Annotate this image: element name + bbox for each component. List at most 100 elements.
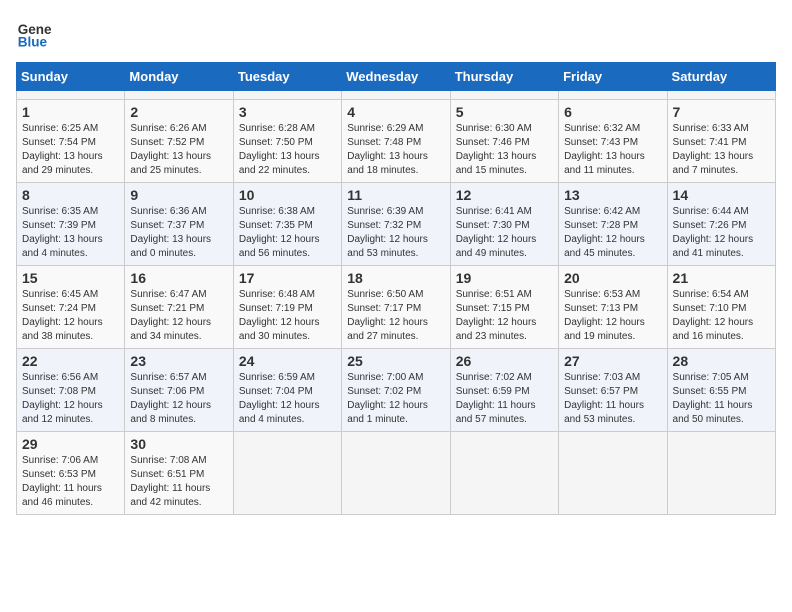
day-info: Sunrise: 6:45 AM Sunset: 7:24 PM Dayligh… <box>22 288 119 344</box>
day-number: 9 <box>130 187 227 203</box>
day-info: Sunrise: 6:50 AM Sunset: 7:17 PM Dayligh… <box>347 288 444 344</box>
calendar-cell: 6 Sunrise: 6:32 AM Sunset: 7:43 PM Daylig… <box>559 100 667 183</box>
day-number: 3 <box>239 104 336 120</box>
day-info: Sunrise: 7:06 AM Sunset: 6:53 PM Dayligh… <box>22 454 119 510</box>
day-number: 7 <box>673 104 770 120</box>
day-number: 6 <box>564 104 661 120</box>
calendar-cell <box>559 432 667 515</box>
calendar-cell: 18 Sunrise: 6:50 AM Sunset: 7:17 PM Dayli… <box>342 266 450 349</box>
calendar-cell: 1Sunrise: 6:25 AM Sunset: 7:54 PM Daylig… <box>17 100 125 183</box>
calendar-cell: 25 Sunrise: 7:00 AM Sunset: 7:02 PM Dayli… <box>342 349 450 432</box>
day-info: Sunrise: 7:03 AM Sunset: 6:57 PM Dayligh… <box>564 371 661 427</box>
day-number: 28 <box>673 353 770 369</box>
calendar-cell <box>667 432 775 515</box>
day-info: Sunrise: 6:53 AM Sunset: 7:13 PM Dayligh… <box>564 288 661 344</box>
calendar-cell: 23 Sunrise: 6:57 AM Sunset: 7:06 PM Dayli… <box>125 349 233 432</box>
calendar-cell <box>667 91 775 100</box>
calendar-table: SundayMondayTuesdayWednesdayThursdayFrid… <box>16 62 776 515</box>
day-info: Sunrise: 6:57 AM Sunset: 7:06 PM Dayligh… <box>130 371 227 427</box>
calendar-cell: 5Sunrise: 6:30 AM Sunset: 7:46 PM Daylig… <box>450 100 558 183</box>
day-number: 30 <box>130 436 227 452</box>
day-info: Sunrise: 6:26 AM Sunset: 7:52 PM Dayligh… <box>130 122 227 178</box>
weekday-header-wednesday: Wednesday <box>342 63 450 91</box>
calendar-cell: 17Sunrise: 6:48 AM Sunset: 7:19 PM Dayli… <box>233 266 341 349</box>
calendar-week-3: 15 Sunrise: 6:45 AM Sunset: 7:24 PM Dayli… <box>17 266 776 349</box>
day-number: 2 <box>130 104 227 120</box>
calendar-cell: 20 Sunrise: 6:53 AM Sunset: 7:13 PM Dayli… <box>559 266 667 349</box>
calendar-cell: 4 Sunrise: 6:29 AM Sunset: 7:48 PM Daylig… <box>342 100 450 183</box>
weekday-header-thursday: Thursday <box>450 63 558 91</box>
day-info: Sunrise: 7:05 AM Sunset: 6:55 PM Dayligh… <box>673 371 770 427</box>
day-number: 4 <box>347 104 444 120</box>
day-number: 20 <box>564 270 661 286</box>
day-info: Sunrise: 6:47 AM Sunset: 7:21 PM Dayligh… <box>130 288 227 344</box>
calendar-week-5: 29Sunrise: 7:06 AM Sunset: 6:53 PM Dayli… <box>17 432 776 515</box>
logo-icon: General Blue <box>16 16 52 52</box>
day-info: Sunrise: 6:33 AM Sunset: 7:41 PM Dayligh… <box>673 122 770 178</box>
calendar-cell: 15 Sunrise: 6:45 AM Sunset: 7:24 PM Dayli… <box>17 266 125 349</box>
day-info: Sunrise: 7:02 AM Sunset: 6:59 PM Dayligh… <box>456 371 553 427</box>
calendar-cell: 13 Sunrise: 6:42 AM Sunset: 7:28 PM Dayli… <box>559 183 667 266</box>
day-number: 21 <box>673 270 770 286</box>
calendar-cell: 11 Sunrise: 6:39 AM Sunset: 7:32 PM Dayli… <box>342 183 450 266</box>
day-info: Sunrise: 6:59 AM Sunset: 7:04 PM Dayligh… <box>239 371 336 427</box>
day-info: Sunrise: 6:29 AM Sunset: 7:48 PM Dayligh… <box>347 122 444 178</box>
calendar-week-0 <box>17 91 776 100</box>
calendar-cell: 30Sunrise: 7:08 AM Sunset: 6:51 PM Dayli… <box>125 432 233 515</box>
weekday-header-saturday: Saturday <box>667 63 775 91</box>
calendar-cell <box>233 432 341 515</box>
day-number: 24 <box>239 353 336 369</box>
calendar-cell <box>450 432 558 515</box>
day-number: 19 <box>456 270 553 286</box>
calendar-week-1: 1Sunrise: 6:25 AM Sunset: 7:54 PM Daylig… <box>17 100 776 183</box>
day-info: Sunrise: 6:36 AM Sunset: 7:37 PM Dayligh… <box>130 205 227 261</box>
logo: General Blue <box>16 16 52 52</box>
calendar-cell <box>125 91 233 100</box>
day-number: 11 <box>347 187 444 203</box>
day-number: 25 <box>347 353 444 369</box>
calendar-cell <box>450 91 558 100</box>
day-info: Sunrise: 6:30 AM Sunset: 7:46 PM Dayligh… <box>456 122 553 178</box>
day-info: Sunrise: 7:00 AM Sunset: 7:02 PM Dayligh… <box>347 371 444 427</box>
calendar-cell: 16 Sunrise: 6:47 AM Sunset: 7:21 PM Dayli… <box>125 266 233 349</box>
day-info: Sunrise: 6:38 AM Sunset: 7:35 PM Dayligh… <box>239 205 336 261</box>
day-info: Sunrise: 6:42 AM Sunset: 7:28 PM Dayligh… <box>564 205 661 261</box>
day-info: Sunrise: 6:44 AM Sunset: 7:26 PM Dayligh… <box>673 205 770 261</box>
calendar-cell: 9 Sunrise: 6:36 AM Sunset: 7:37 PM Daylig… <box>125 183 233 266</box>
calendar-cell <box>559 91 667 100</box>
calendar-cell: 24 Sunrise: 6:59 AM Sunset: 7:04 PM Dayli… <box>233 349 341 432</box>
weekday-header-row: SundayMondayTuesdayWednesdayThursdayFrid… <box>17 63 776 91</box>
calendar-cell <box>342 91 450 100</box>
day-number: 1 <box>22 104 119 120</box>
day-number: 13 <box>564 187 661 203</box>
day-number: 22 <box>22 353 119 369</box>
day-number: 18 <box>347 270 444 286</box>
weekday-header-friday: Friday <box>559 63 667 91</box>
day-info: Sunrise: 6:28 AM Sunset: 7:50 PM Dayligh… <box>239 122 336 178</box>
calendar-cell: 28 Sunrise: 7:05 AM Sunset: 6:55 PM Dayli… <box>667 349 775 432</box>
day-info: Sunrise: 6:54 AM Sunset: 7:10 PM Dayligh… <box>673 288 770 344</box>
calendar-cell: 21 Sunrise: 6:54 AM Sunset: 7:10 PM Dayli… <box>667 266 775 349</box>
svg-text:Blue: Blue <box>18 35 48 50</box>
day-number: 12 <box>456 187 553 203</box>
day-number: 27 <box>564 353 661 369</box>
day-number: 14 <box>673 187 770 203</box>
calendar-cell: 27 Sunrise: 7:03 AM Sunset: 6:57 PM Dayli… <box>559 349 667 432</box>
day-number: 10 <box>239 187 336 203</box>
day-info: Sunrise: 6:32 AM Sunset: 7:43 PM Dayligh… <box>564 122 661 178</box>
weekday-header-sunday: Sunday <box>17 63 125 91</box>
day-info: Sunrise: 6:39 AM Sunset: 7:32 PM Dayligh… <box>347 205 444 261</box>
calendar-cell: 29Sunrise: 7:06 AM Sunset: 6:53 PM Dayli… <box>17 432 125 515</box>
calendar-cell: 12Sunrise: 6:41 AM Sunset: 7:30 PM Dayli… <box>450 183 558 266</box>
calendar-cell <box>342 432 450 515</box>
calendar-cell <box>233 91 341 100</box>
calendar-cell: 22Sunrise: 6:56 AM Sunset: 7:08 PM Dayli… <box>17 349 125 432</box>
day-number: 23 <box>130 353 227 369</box>
day-number: 15 <box>22 270 119 286</box>
day-number: 8 <box>22 187 119 203</box>
day-number: 26 <box>456 353 553 369</box>
day-info: Sunrise: 6:35 AM Sunset: 7:39 PM Dayligh… <box>22 205 119 261</box>
day-number: 16 <box>130 270 227 286</box>
calendar-cell: 14 Sunrise: 6:44 AM Sunset: 7:26 PM Dayli… <box>667 183 775 266</box>
calendar-cell <box>17 91 125 100</box>
